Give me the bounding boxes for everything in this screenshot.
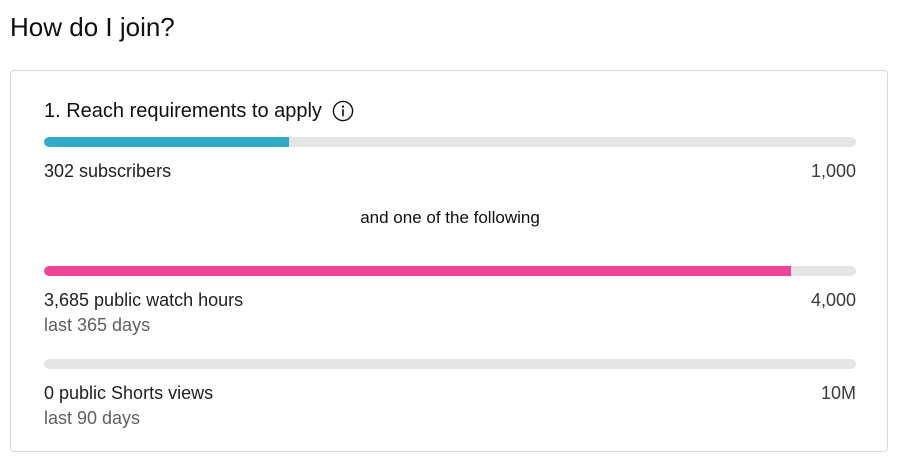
shorts-views-progress-track [44, 359, 856, 369]
shorts-views-target: 10M [820, 383, 856, 403]
section-title: 1. Reach requirements to apply [44, 100, 322, 122]
separator-text: and one of the following [360, 208, 540, 227]
requirement-shorts-views: 0 public Shorts views 10M last 90 days [44, 359, 856, 430]
requirement-subscribers: 302 subscribers 1,000 [44, 137, 856, 183]
watch-hours-period: last 365 days [44, 315, 151, 335]
shorts-views-period: last 90 days [44, 408, 141, 428]
watch-hours-count: 3,685 public watch hours [44, 290, 244, 310]
watch-hours-progress-fill [44, 266, 792, 276]
page-title: How do I join? [10, 12, 175, 42]
subscribers-count: 302 subscribers [44, 161, 172, 181]
subscribers-progress-track [44, 137, 856, 147]
section-heading: 1. Reach requirements to apply [44, 98, 354, 124]
requirement-watch-hours: 3,685 public watch hours 4,000 last 365 … [44, 266, 856, 337]
subscribers-progress-fill [44, 137, 290, 147]
info-icon[interactable] [332, 100, 354, 122]
watch-hours-progress-track [44, 266, 856, 276]
requirements-card: 1. Reach requirements to apply 302 subsc… [10, 70, 888, 452]
watch-hours-target: 4,000 [810, 290, 856, 310]
subscribers-target: 1,000 [810, 161, 856, 181]
shorts-views-count: 0 public Shorts views [44, 383, 214, 403]
